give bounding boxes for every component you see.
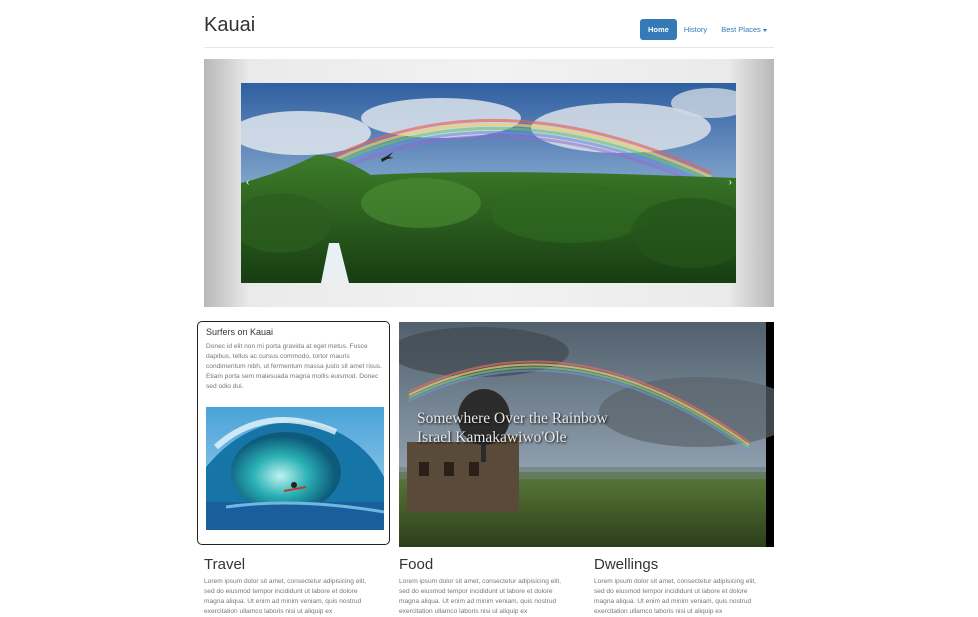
feature-title: Surfers on Kauai [206,327,274,337]
carousel-prev-button[interactable]: ‹ [246,177,249,188]
caret-down-icon [762,28,767,32]
nav-item-best-places[interactable]: Best Places [714,20,774,39]
header-divider [204,47,774,48]
video-caption: Somewhere Over the Rainbow Israel Kamaka… [417,409,608,447]
nav-item-home[interactable]: Home [640,19,677,40]
column-title: Dwellings [594,556,659,573]
hero-carousel[interactable]: ‹ › [204,59,774,307]
main-nav: Home History Best Places [640,19,774,40]
video-player[interactable]: Somewhere Over the Rainbow Israel Kamaka… [399,322,774,547]
feature-text: Donec id elit non mi porta gravida at eg… [206,343,382,390]
column-text: Lorem ipsum dolor sit amet, consectetur … [594,578,756,615]
rainbow-waterfall-image [241,83,736,283]
column-title: Food [399,556,434,573]
video-caption-line1: Somewhere Over the Rainbow [417,410,608,427]
carousel-next-button[interactable]: › [729,177,732,188]
column-text: Lorem ipsum dolor sit amet, consectetur … [204,578,366,615]
column-title: Travel [204,556,246,573]
nav-item-best-places-label: Best Places [721,25,761,34]
feature-card: Surfers on Kauai Donec id elit non mi po… [197,321,390,545]
column-travel: Travel Lorem ipsum dolor sit amet, conse… [204,556,374,617]
nav-item-history[interactable]: History [677,20,714,39]
column-dwellings: Dwellings Lorem ipsum dolor sit amet, co… [594,556,764,617]
video-caption-line2: Israel Kamakawiwo'Ole [417,429,567,446]
column-food: Food Lorem ipsum dolor sit amet, consect… [399,556,569,617]
site-brand[interactable]: Kauai [204,14,255,37]
column-text: Lorem ipsum dolor sit amet, consectetur … [399,578,561,615]
surf-wave-image [206,407,384,530]
carousel-slide-image [241,83,736,283]
